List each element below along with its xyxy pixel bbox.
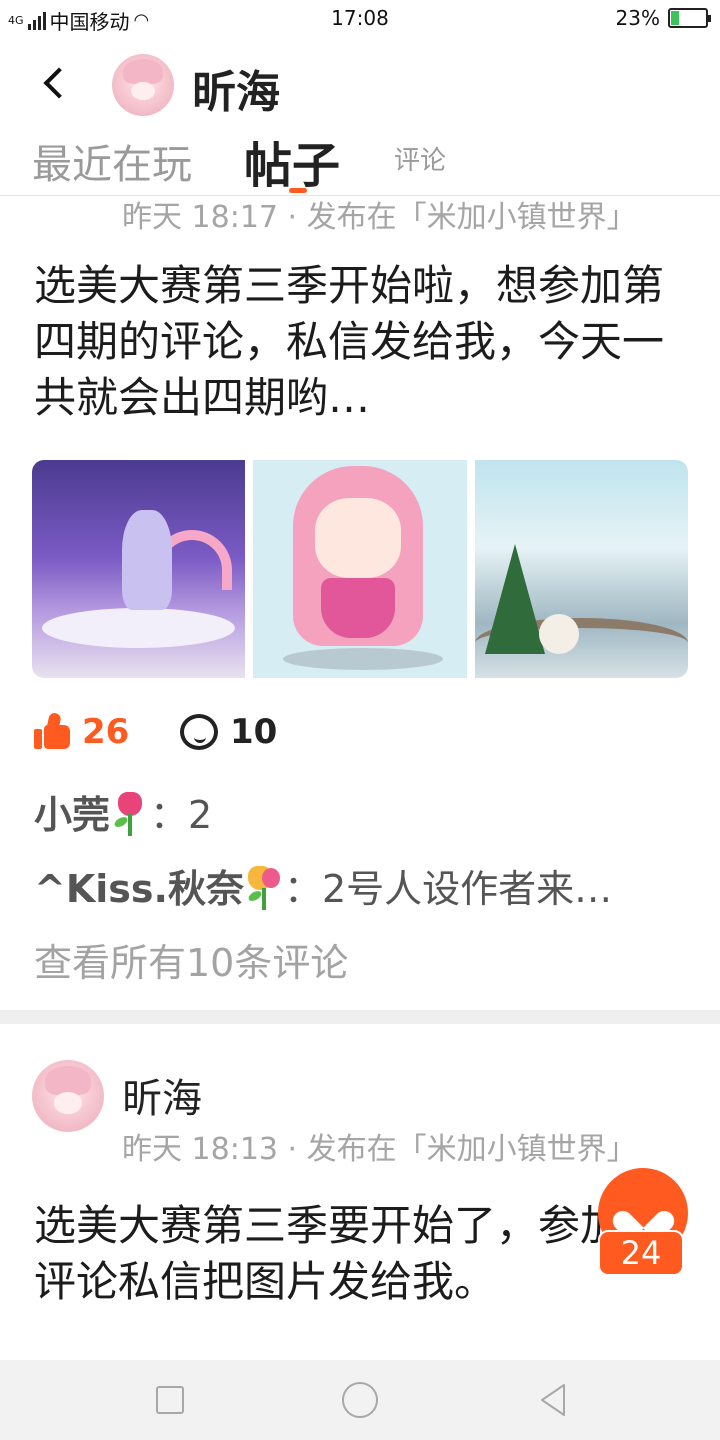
tab-comments[interactable]: 评论 — [394, 140, 446, 177]
tab-recent-played[interactable]: 最近在玩 — [32, 132, 192, 190]
post-author[interactable]: 昕海 — [122, 1066, 202, 1124]
bouquet-icon — [244, 866, 284, 910]
post-image[interactable] — [32, 460, 246, 678]
post-images — [32, 460, 688, 678]
page-title: 昕海 — [192, 67, 280, 118]
battery-icon — [668, 8, 711, 28]
comment-author: ^Kiss.秋奈 — [34, 867, 244, 911]
image-stage — [42, 608, 236, 648]
like-button[interactable]: 26 — [34, 711, 130, 752]
profile-header: 昕海 — [0, 40, 720, 130]
comment-separator: ： — [283, 867, 322, 911]
like-count: 26 — [82, 712, 130, 752]
post-divider — [0, 1010, 720, 1024]
status-time: 17:08 — [331, 6, 389, 30]
view-all-comments-link[interactable]: 查看所有10条评论 — [34, 932, 348, 987]
comment-preview[interactable]: ^Kiss.秋奈 ：2号人设作者来… — [34, 858, 674, 913]
image-face — [315, 498, 402, 578]
nav-back-icon[interactable] — [538, 1382, 568, 1418]
post-text[interactable]: 选美大赛第三季要开始了，参加的评论私信把图片发给我。 — [34, 1198, 690, 1360]
post-meta: 昨天 18:13 · 发布在「米加小镇世界」 — [122, 1132, 637, 1167]
image-dress — [321, 578, 396, 638]
comment-button[interactable]: 10 — [180, 712, 277, 752]
nav-recent-icon[interactable] — [156, 1386, 184, 1414]
comment-count: 10 — [230, 712, 278, 752]
avatar[interactable] — [32, 1060, 104, 1132]
post-text[interactable]: 选美大赛第三季开始啦，想参加第四期的评论，私信发给我，今天一共就会出四期哟… — [34, 258, 690, 426]
tab-posts[interactable]: 帖子 — [244, 126, 340, 196]
comment-author: 小莞 — [34, 793, 111, 837]
image-shadow — [283, 648, 444, 670]
battery-percent: 23% — [615, 6, 660, 30]
post-image[interactable] — [474, 460, 688, 678]
floating-like-count: 24 — [598, 1230, 684, 1276]
comment-text: 2号人设作者来… — [322, 867, 613, 911]
heart-icon — [624, 1198, 662, 1232]
comment-separator: ： — [150, 793, 189, 837]
tab-bar: 最近在玩 帖子 评论 — [0, 130, 720, 196]
image-tree — [484, 544, 545, 654]
tulip-icon — [110, 792, 150, 836]
thumbs-up-icon — [34, 711, 72, 751]
avatar[interactable] — [112, 54, 174, 116]
image-bear — [538, 614, 579, 654]
comment-preview[interactable]: 小莞 ：2 — [34, 784, 212, 839]
system-nav-bar — [0, 1360, 720, 1440]
post-meta: 昨天 18:17 · 发布在「米加小镇世界」 — [122, 200, 637, 235]
back-icon[interactable] — [36, 60, 76, 110]
nav-home-icon[interactable] — [342, 1382, 378, 1418]
image-figure — [122, 510, 172, 610]
status-bar: 4G 中国移动 ◠ 17:08 23% — [0, 0, 720, 40]
floating-like-button[interactable]: 24 — [598, 1168, 688, 1278]
post-image[interactable] — [253, 460, 467, 678]
battery-fill — [671, 11, 679, 25]
comment-text: 2 — [188, 793, 213, 837]
status-right: 23% — [615, 6, 711, 30]
comment-bubble-icon — [180, 714, 218, 750]
